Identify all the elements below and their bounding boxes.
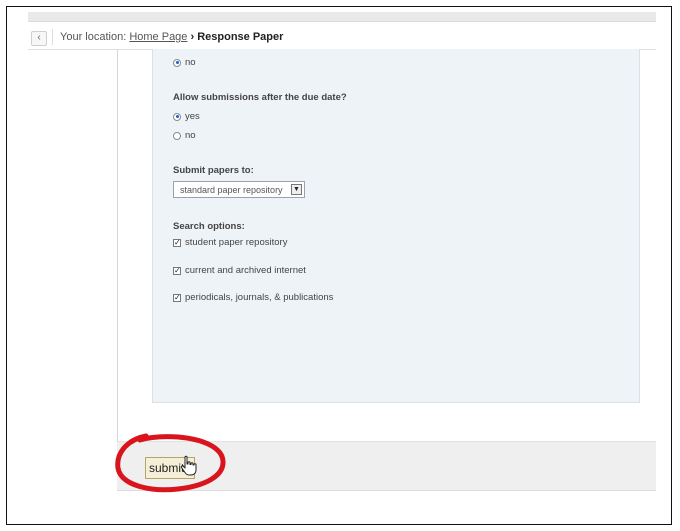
submit-to-label: Submit papers to:	[173, 165, 254, 176]
radio-button[interactable]	[173, 58, 181, 67]
breadcrumb-home-link[interactable]: Home Page	[129, 31, 187, 43]
checkbox-student-repository[interactable]: ✓ student paper repository	[173, 237, 287, 248]
radio-label: no	[185, 130, 196, 141]
back-button[interactable]: ‹	[31, 31, 47, 46]
radio-button[interactable]	[173, 112, 181, 121]
top-bar	[28, 12, 656, 22]
red-circle-annotation	[115, 433, 226, 493]
checkbox-label: student paper repository	[185, 237, 288, 248]
checkbox-internet[interactable]: ✓ current and archived internet	[173, 265, 306, 276]
checkbox[interactable]: ✓	[173, 266, 181, 275]
checkbox-label: periodicals, journals, & publications	[185, 292, 334, 303]
chevron-left-icon: ‹	[37, 32, 41, 43]
radio-option-yes[interactable]: yes	[173, 111, 200, 122]
checkbox-periodicals[interactable]: ✓ periodicals, journals, & publications	[173, 292, 333, 303]
checkbox[interactable]: ✓	[173, 238, 181, 247]
breadcrumb: ‹ Your location: Home Page › Response Pa…	[28, 25, 656, 50]
select-value: standard paper repository	[180, 185, 283, 195]
breadcrumb-text: Your location: Home Page › Response Pape…	[60, 31, 283, 43]
dropdown-arrow-icon[interactable]: ▼	[291, 184, 302, 195]
checkbox[interactable]: ✓	[173, 293, 181, 302]
settings-panel: no Allow submissions after the due date?…	[152, 49, 640, 403]
repository-select[interactable]: standard paper repository ▼	[173, 181, 305, 198]
checkbox-label: current and archived internet	[185, 265, 306, 276]
search-options-label: Search options:	[173, 221, 245, 232]
breadcrumb-current: Response Paper	[197, 31, 284, 43]
radio-option-no[interactable]: no	[173, 130, 196, 141]
radio-button[interactable]	[173, 131, 181, 140]
late-submissions-label: Allow submissions after the due date?	[173, 92, 347, 103]
radio-option-no-previous[interactable]: no	[173, 57, 196, 68]
divider	[52, 29, 53, 45]
radio-label: no	[185, 57, 196, 68]
breadcrumb-separator: ›	[190, 31, 195, 43]
content-divider	[117, 49, 118, 441]
radio-label: yes	[185, 111, 200, 122]
breadcrumb-prefix: Your location:	[60, 31, 127, 43]
